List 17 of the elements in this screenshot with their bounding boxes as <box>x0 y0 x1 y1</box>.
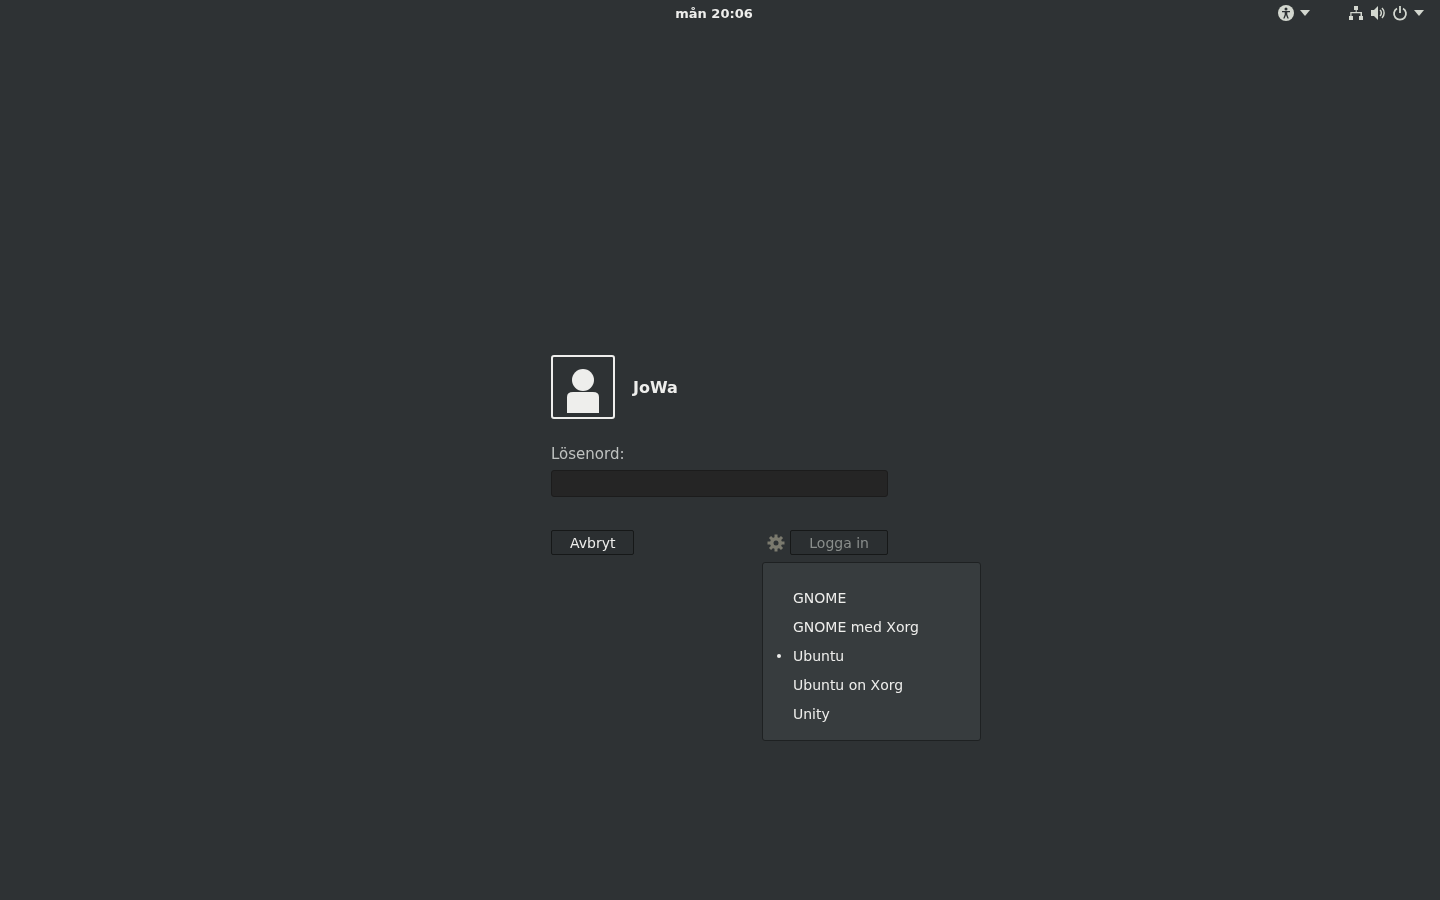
caret-icon <box>1414 10 1424 16</box>
session-menu-item[interactable]: Unity <box>763 699 980 728</box>
clock[interactable]: mån 20:06 <box>675 5 753 21</box>
user-name: JoWa <box>633 377 678 397</box>
cancel-button[interactable]: Avbryt <box>551 530 635 555</box>
settings-icon[interactable] <box>767 533 786 552</box>
session-menu-item[interactable]: Ubuntu on Xorg <box>763 670 980 699</box>
session-menu-item[interactable]: GNOME <box>763 583 980 612</box>
password-field[interactable] <box>551 470 888 497</box>
session-menu-item[interactable]: Ubuntu <box>763 641 980 670</box>
password-label: Lösenord: <box>551 445 626 463</box>
power-icon <box>1392 5 1408 21</box>
accessibility-icon <box>1278 5 1294 21</box>
network-icon <box>1348 5 1364 21</box>
caret-icon <box>1300 10 1310 16</box>
session-menu-item[interactable]: GNOME med Xorg <box>763 612 980 641</box>
volume-icon <box>1370 5 1386 21</box>
